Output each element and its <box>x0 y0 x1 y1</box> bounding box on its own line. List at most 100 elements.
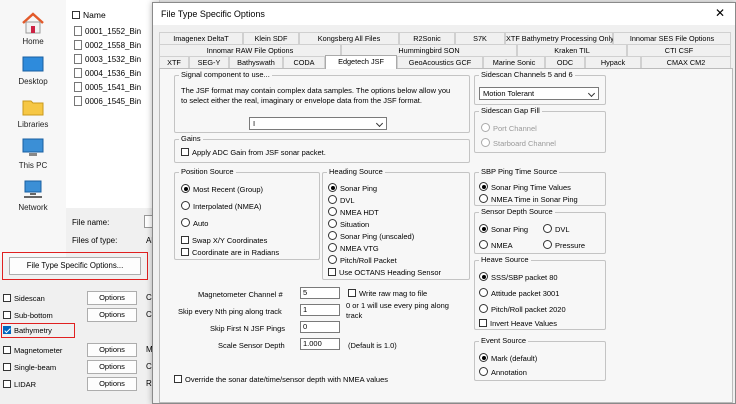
tab-cmax-cm2[interactable]: CMAX CM2 <box>641 56 731 68</box>
checkbox-box[interactable] <box>3 311 11 319</box>
radio-circle[interactable] <box>479 240 488 249</box>
heave-attitude-radio[interactable]: Attitude packet 3001 <box>479 288 559 298</box>
tab-odc[interactable]: ODC <box>545 56 585 68</box>
heading-sonar-ping-radio[interactable]: Sonar Ping <box>328 183 377 193</box>
gap-fill-starboard-radio[interactable]: Starboard Channel <box>481 138 556 148</box>
tab-s7k[interactable]: S7K <box>455 32 505 44</box>
tab-cti-csf[interactable]: CTI CSF <box>627 44 731 56</box>
position-most-recent-radio[interactable]: Most Recent (Group) <box>181 184 263 194</box>
magnetometer-options-button[interactable]: Options <box>87 343 137 357</box>
magnetometer-checkbox[interactable]: Magnetometer <box>3 346 62 355</box>
sidescan-checkbox[interactable]: Sidescan <box>3 294 45 303</box>
radio-circle[interactable] <box>181 184 190 193</box>
radio-circle[interactable] <box>481 138 490 147</box>
select-all-checkbox[interactable] <box>72 11 80 19</box>
bathymetry-checkbox[interactable]: Bathymetry <box>3 326 52 335</box>
lidar-options-button[interactable]: Options <box>87 377 137 391</box>
checkbox-box[interactable] <box>3 346 11 354</box>
radio-circle[interactable] <box>479 224 488 233</box>
sub-bottom-options-button[interactable]: Options <box>87 308 137 322</box>
place-desktop[interactable]: Desktop <box>0 56 66 86</box>
radio-circle[interactable] <box>543 224 552 233</box>
skip-nth-ping-input[interactable]: 1 <box>300 304 340 316</box>
tab-edgetech-jsf[interactable]: Edgetech JSF <box>325 55 397 69</box>
radio-circle[interactable] <box>181 201 190 210</box>
sbp-sonar-ping-time-radio[interactable]: Sonar Ping Time Values <box>479 182 571 192</box>
heading-pitch-roll-radio[interactable]: Pitch/Roll Packet <box>328 255 397 265</box>
sub-bottom-checkbox[interactable]: Sub-bottom <box>3 311 53 320</box>
radio-circle[interactable] <box>181 218 190 227</box>
radio-circle[interactable] <box>479 288 488 297</box>
tab-marine-sonic[interactable]: Marine Sonic <box>483 56 545 68</box>
heave-sss-sbp-radio[interactable]: SSS/SBP packet 80 <box>479 272 558 282</box>
gap-fill-port-radio[interactable]: Port Channel <box>481 123 537 133</box>
tab-klein-sdf[interactable]: Klein SDF <box>243 32 299 44</box>
radio-circle[interactable] <box>328 255 337 264</box>
close-icon[interactable]: ✕ <box>715 6 725 20</box>
radio-circle[interactable] <box>328 219 337 228</box>
checkbox-box[interactable] <box>181 236 189 244</box>
radio-circle[interactable] <box>479 353 488 362</box>
apply-adc-gain-checkbox[interactable]: Apply ADC Gain from JSF sonar packet. <box>181 148 326 157</box>
radio-circle[interactable] <box>479 304 488 313</box>
sidescan-channels-select[interactable]: Motion Tolerant <box>479 87 599 100</box>
file-item[interactable]: 0003_1532_Bin <box>74 54 141 64</box>
heading-sonar-ping-unscaled-radio[interactable]: Sonar Ping (unscaled) <box>328 231 414 241</box>
single-beam-checkbox[interactable]: Single-beam <box>3 363 56 372</box>
heading-nmea-vtg-radio[interactable]: NMEA VTG <box>328 243 379 253</box>
dialog-titlebar[interactable]: File Type Specific Options ✕ <box>153 3 735 25</box>
place-network[interactable]: Network <box>0 180 66 212</box>
tab-bathyswath[interactable]: Bathyswath <box>229 56 283 68</box>
signal-component-select[interactable]: I <box>249 117 387 130</box>
radio-circle[interactable] <box>479 182 488 191</box>
scale-sensor-depth-input[interactable]: 1.000 <box>300 338 340 350</box>
radio-circle[interactable] <box>328 183 337 192</box>
tab-innomar-raw[interactable]: Innomar RAW File Options <box>159 44 341 56</box>
checkbox-box[interactable] <box>479 319 487 327</box>
position-auto-radio[interactable]: Auto <box>181 218 208 228</box>
depth-sonar-ping-radio[interactable]: Sonar Ping <box>479 224 528 234</box>
place-libraries[interactable]: Libraries <box>0 97 66 129</box>
checkbox-box[interactable] <box>3 326 11 334</box>
radio-circle[interactable] <box>328 231 337 240</box>
event-mark-radio[interactable]: Mark (default) <box>479 353 537 363</box>
write-raw-mag-checkbox[interactable]: Write raw mag to file <box>348 289 427 298</box>
sbp-nmea-time-radio[interactable]: NMEA Time in Sonar Ping <box>479 194 578 204</box>
tab-seg-y[interactable]: SEG-Y <box>189 56 229 68</box>
invert-heave-checkbox[interactable]: Invert Heave Values <box>479 319 557 328</box>
tab-geoacoustics-gcf[interactable]: GeoAcoustics GCF <box>397 56 483 68</box>
tab-coda[interactable]: CODA <box>283 56 325 68</box>
tab-xtf[interactable]: XTF <box>159 56 189 68</box>
radio-circle[interactable] <box>543 240 552 249</box>
coordinates-radians-checkbox[interactable]: Coordinate are in Radians <box>181 248 279 257</box>
file-item[interactable]: 0001_1552_Bin <box>74 26 141 36</box>
radio-circle[interactable] <box>479 194 488 203</box>
radio-circle[interactable] <box>328 207 337 216</box>
heading-dvl-radio[interactable]: DVL <box>328 195 355 205</box>
tab-kongsberg-all[interactable]: Kongsberg All Files <box>299 32 399 44</box>
checkbox-box[interactable] <box>328 268 336 276</box>
position-interpolated-radio[interactable]: Interpolated (NMEA) <box>181 201 261 211</box>
heading-nmea-hdt-radio[interactable]: NMEA HDT <box>328 207 379 217</box>
single-beam-options-button[interactable]: Options <box>87 360 137 374</box>
depth-pressure-radio[interactable]: Pressure <box>543 240 585 250</box>
checkbox-box[interactable] <box>3 363 11 371</box>
file-item[interactable]: 0005_1541_Bin <box>74 82 141 92</box>
radio-circle[interactable] <box>479 272 488 281</box>
depth-nmea-radio[interactable]: NMEA <box>479 240 513 250</box>
file-list-header[interactable]: Name <box>72 10 106 20</box>
tab-hypack[interactable]: Hypack <box>585 56 641 68</box>
file-list[interactable]: Name 0001_1552_Bin 0002_1558_Bin 0003_15… <box>66 0 160 208</box>
tab-xtf-bathymetry[interactable]: XTF Bathymetry Processing Only <box>505 32 614 44</box>
tab-imagenex-deltat[interactable]: Imagenex DeltaT <box>159 32 243 44</box>
magnetometer-channel-input[interactable]: 5 <box>300 287 340 299</box>
override-nmea-checkbox[interactable]: Override the sonar date/time/sensor dept… <box>174 375 388 384</box>
tab-r2sonic[interactable]: R2Sonic <box>399 32 455 44</box>
radio-circle[interactable] <box>328 243 337 252</box>
swap-xy-checkbox[interactable]: Swap X/Y Coordinates <box>181 236 267 245</box>
place-home[interactable]: Home <box>0 12 66 46</box>
checkbox-box[interactable] <box>3 380 11 388</box>
radio-circle[interactable] <box>479 367 488 376</box>
heading-situation-radio[interactable]: Situation <box>328 219 369 229</box>
checkbox-box[interactable] <box>181 248 189 256</box>
